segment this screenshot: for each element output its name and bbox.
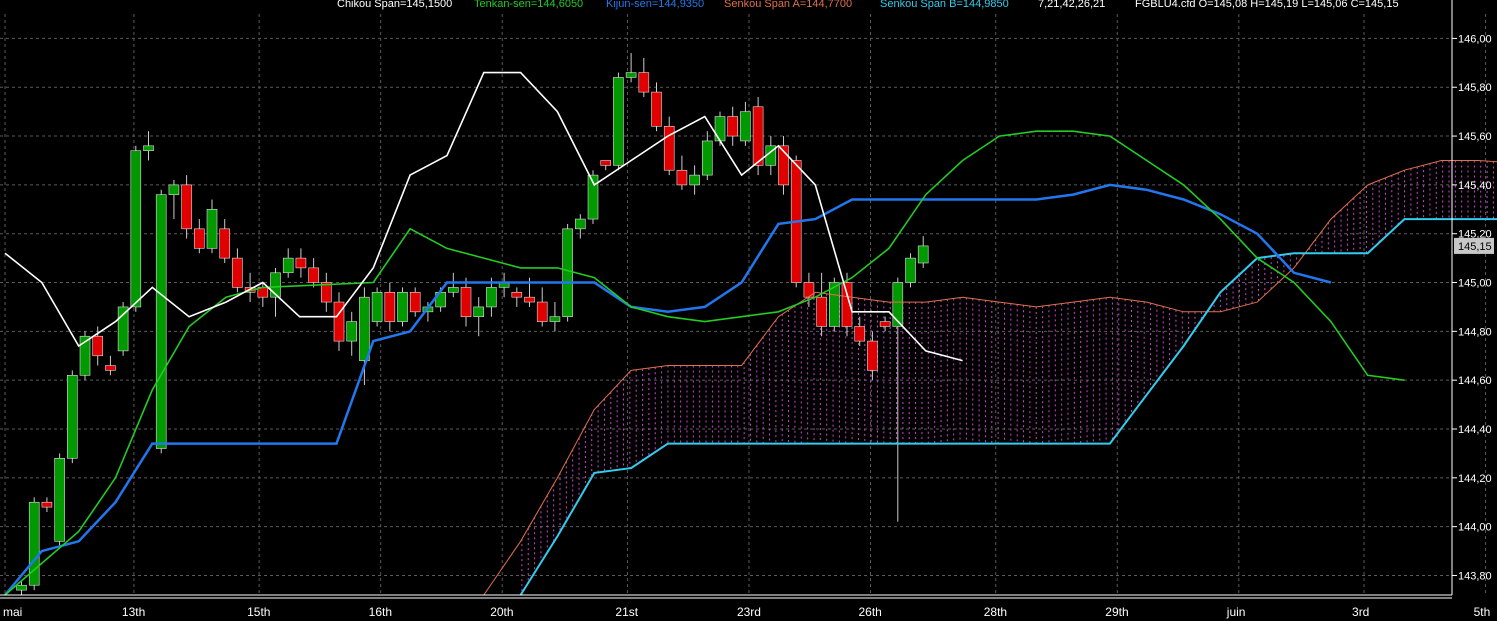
senkou-span-a-line bbox=[483, 160, 1497, 596]
candle-body bbox=[714, 116, 726, 142]
candle-body bbox=[562, 228, 573, 318]
candle-body bbox=[359, 296, 370, 361]
candle-body bbox=[625, 72, 637, 78]
candle-body bbox=[727, 116, 739, 137]
x-tick-label: 23rd bbox=[737, 605, 761, 619]
senkou-span-a-legend: Senkou Span A=144,7700 bbox=[724, 0, 853, 10]
candle-body bbox=[600, 160, 612, 166]
candle-body bbox=[232, 257, 243, 288]
candle-body bbox=[752, 106, 764, 166]
candle-body bbox=[613, 77, 624, 166]
y-tick-label: 144,20 bbox=[1458, 473, 1492, 485]
candle-body bbox=[536, 301, 548, 322]
candle-body bbox=[168, 184, 180, 195]
candle-body bbox=[155, 194, 167, 449]
price-axis: 146,00145,80145,60145,40145,20145,00144,… bbox=[1451, 0, 1494, 595]
candle-body bbox=[206, 208, 218, 249]
candle-body bbox=[130, 150, 142, 308]
senkou-span-b-line bbox=[519, 218, 1497, 596]
x-tick-label: 15th bbox=[247, 605, 270, 619]
time-axis: mai 13th 15th 16th 20th 21st 23rd 26th 28th 29th j… bbox=[0, 594, 1491, 619]
candle-body bbox=[803, 282, 815, 298]
candle-body bbox=[282, 257, 294, 274]
y-tick-label: 144,80 bbox=[1458, 326, 1492, 338]
candle-body bbox=[524, 296, 535, 303]
ichimoku-lines bbox=[4, 71, 1497, 596]
candle-body bbox=[181, 184, 192, 230]
candle-body bbox=[816, 296, 827, 327]
tenkan-sen-line bbox=[4, 130, 1405, 596]
candle-body bbox=[511, 291, 523, 298]
candle-body bbox=[92, 335, 104, 357]
y-tick-label: 145,60 bbox=[1458, 131, 1492, 143]
candle-body bbox=[473, 306, 485, 318]
candle-body bbox=[308, 267, 319, 283]
x-tick-label: 29th bbox=[1105, 605, 1128, 619]
y-tick-label: 145,00 bbox=[1458, 278, 1492, 290]
candle-body bbox=[740, 111, 751, 142]
tenkan-sen-legend: Tenkan-sen=144,6050 bbox=[474, 0, 584, 10]
candle-body bbox=[105, 365, 116, 371]
y-tick-label: 143,80 bbox=[1458, 570, 1492, 582]
x-tick-label: juin bbox=[1226, 605, 1246, 619]
x-tick-label: mai bbox=[3, 605, 22, 619]
x-tick-label: 26th bbox=[859, 605, 882, 619]
candle-body bbox=[143, 145, 154, 152]
candle-body bbox=[575, 218, 586, 230]
candle-body bbox=[41, 501, 53, 508]
x-tick-label: 28th bbox=[984, 605, 1007, 619]
y-tick-label: 145,40 bbox=[1458, 180, 1492, 192]
candle-body bbox=[879, 321, 891, 327]
candle-body bbox=[346, 321, 358, 342]
last-price-label: 145,15 bbox=[1458, 241, 1492, 253]
x-tick-label: 5th bbox=[1474, 605, 1491, 619]
x-tick-label: 21st bbox=[615, 605, 638, 619]
ichimoku-params: 7,21,42,26,21 bbox=[1038, 0, 1106, 10]
ichimoku-chart: 146,00145,80145,60145,40145,20145,00144,… bbox=[0, 0, 1497, 619]
candle-body bbox=[917, 245, 929, 264]
candle-body bbox=[219, 228, 231, 259]
candle-body bbox=[194, 228, 205, 249]
x-tick-label: 13th bbox=[122, 605, 145, 619]
candle-body bbox=[448, 287, 459, 293]
price-grid bbox=[0, 14, 1487, 595]
candle-body bbox=[460, 287, 472, 318]
candle-body bbox=[549, 316, 561, 322]
chikou-span-legend: Chikou Span=145,1500 bbox=[337, 0, 453, 10]
ohlc-readout: FGBLU4.cfd O=145,08 H=145,19 L=145,06 C=… bbox=[1135, 0, 1399, 10]
candle-body bbox=[54, 457, 65, 542]
candle-body bbox=[702, 140, 713, 176]
x-tick-label: 3rd bbox=[1352, 605, 1369, 619]
candle-body bbox=[384, 291, 396, 322]
candle-body bbox=[371, 291, 383, 322]
x-tick-label: 16th bbox=[369, 605, 392, 619]
candle-body bbox=[638, 72, 650, 93]
senkou-span-b-legend: Senkou Span B=144,9850 bbox=[880, 0, 1009, 10]
candle-body bbox=[397, 291, 408, 322]
candle-body bbox=[409, 291, 421, 313]
candle-body bbox=[892, 282, 904, 327]
y-tick-label: 144,60 bbox=[1458, 375, 1492, 387]
kumo-cloud-hatch bbox=[521, 160, 1494, 593]
candle-body bbox=[854, 326, 866, 342]
candle-body bbox=[676, 169, 688, 186]
candle-body bbox=[486, 287, 497, 308]
y-tick-label: 146,00 bbox=[1458, 33, 1492, 45]
y-tick-label: 144,40 bbox=[1458, 424, 1492, 436]
kijun-sen-legend: Kijun-sen=144,9350 bbox=[606, 0, 705, 10]
price-candles bbox=[16, 53, 929, 595]
x-tick-label: 20th bbox=[490, 605, 513, 619]
candle-body bbox=[67, 374, 78, 459]
y-tick-label: 144,00 bbox=[1458, 522, 1492, 534]
candle-body bbox=[905, 257, 916, 283]
candle-body bbox=[867, 340, 878, 371]
candle-body bbox=[651, 91, 662, 127]
candle-body bbox=[16, 584, 27, 591]
candle-body bbox=[295, 257, 307, 269]
y-tick-label: 145,80 bbox=[1458, 82, 1492, 94]
candle-body bbox=[689, 174, 700, 186]
